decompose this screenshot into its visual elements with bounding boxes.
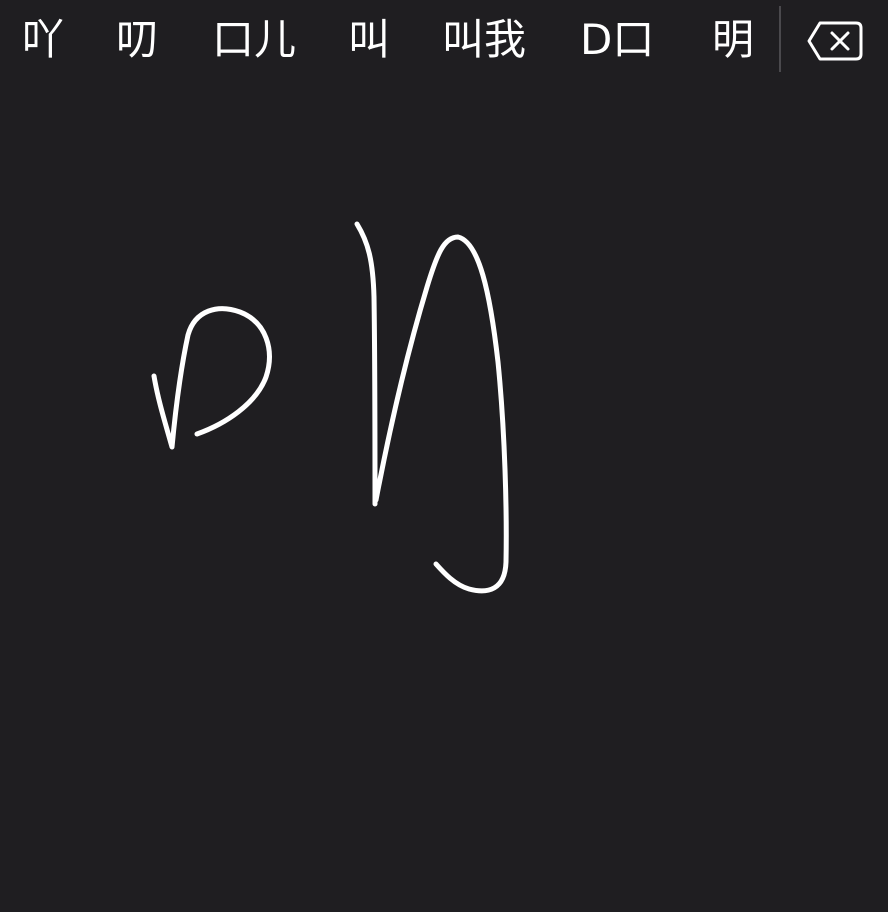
candidate-1[interactable]: 吖 [22, 10, 64, 70]
candidate-4[interactable]: 叫 [348, 10, 390, 70]
handwriting-canvas[interactable] [0, 82, 888, 912]
candidate-bar: 吖 叨 口儿 叫 叫我 D口 明 [0, 0, 888, 82]
candidate-7[interactable]: 明 [712, 10, 754, 70]
handwriting-keyboard: 吖 叨 口儿 叫 叫我 D口 明 [0, 0, 888, 912]
candidate-2[interactable]: 叨 [116, 10, 158, 70]
candidate-6[interactable]: D口 [580, 10, 654, 70]
handwriting-strokes [151, 221, 509, 594]
candidate-5[interactable]: 叫我 [442, 10, 526, 70]
ink-stroke-3 [373, 234, 509, 594]
delete-button[interactable] [806, 20, 864, 62]
candidate-3[interactable]: 口儿 [212, 10, 296, 70]
delete-backward-icon [807, 21, 863, 61]
candidate-bar-divider [779, 6, 781, 72]
ink-stroke-1 [151, 306, 272, 450]
ink-stroke-2 [354, 221, 378, 507]
